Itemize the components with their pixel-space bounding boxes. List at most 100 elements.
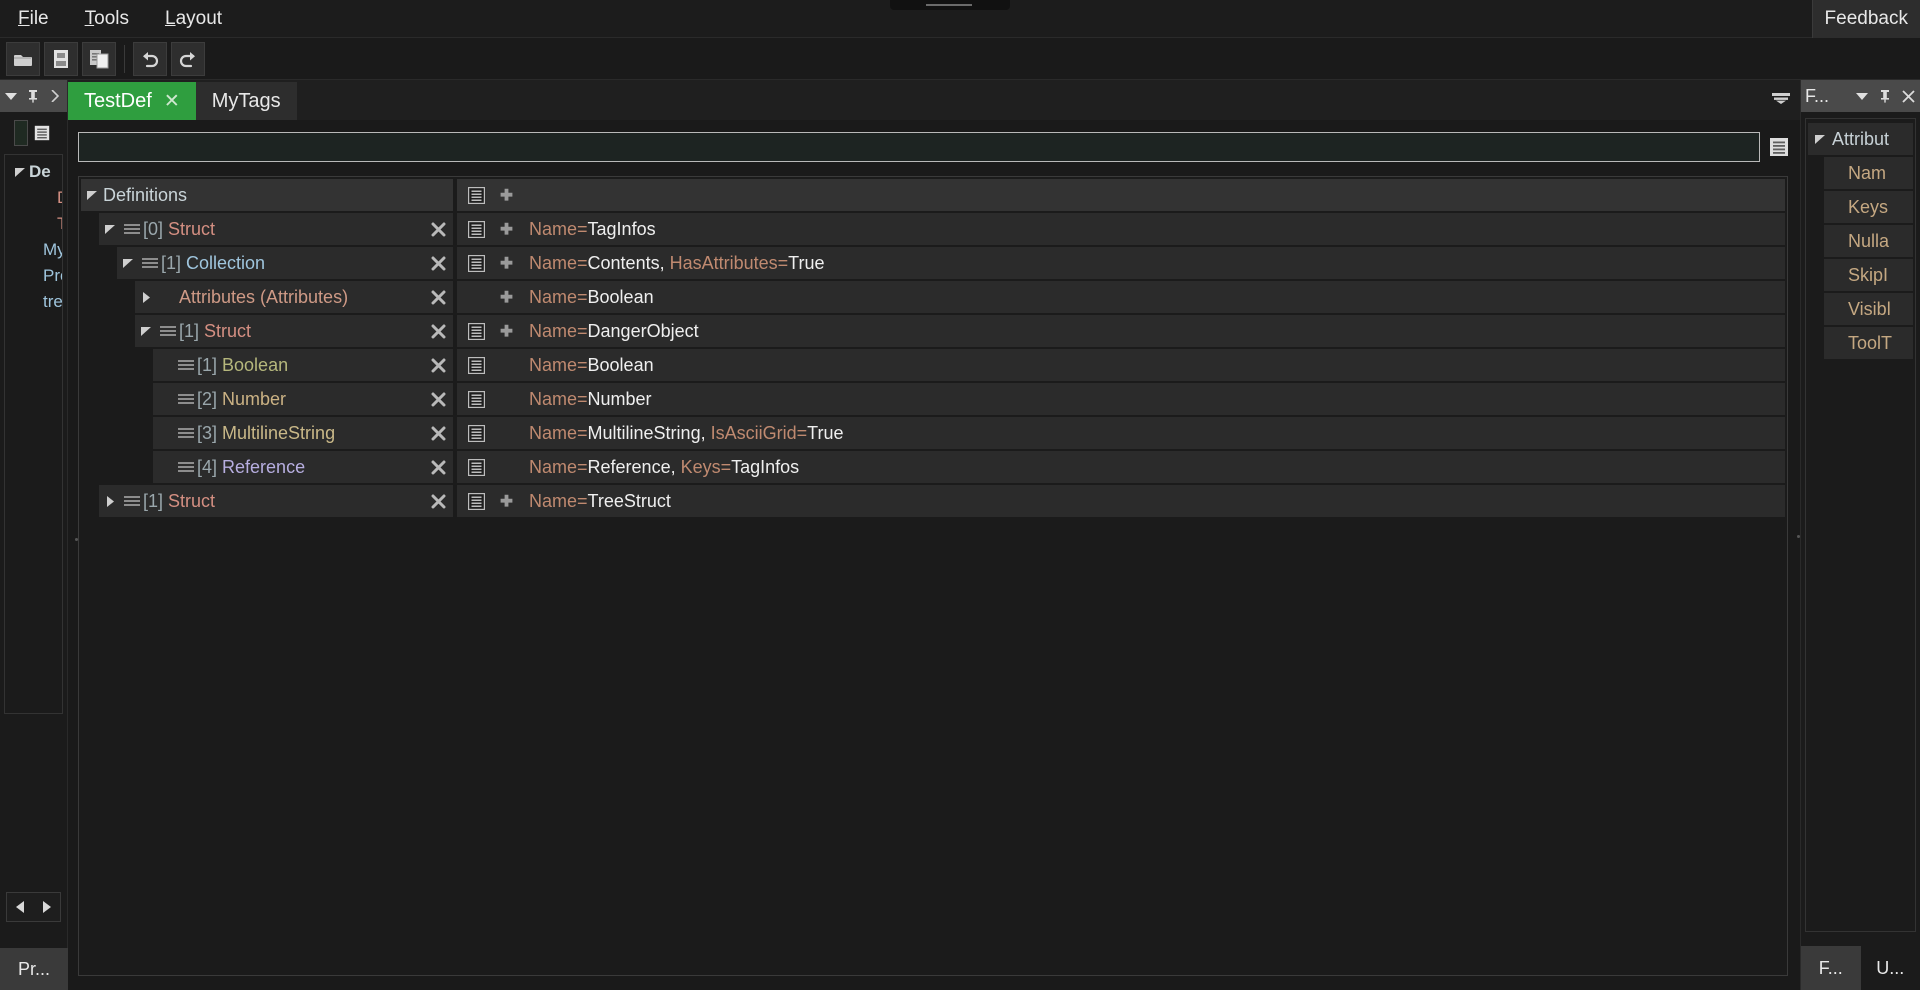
nav-next-icon[interactable] <box>39 899 55 915</box>
attributes-tree[interactable]: Attribut Nam Keys Nulla SkipI Visibl ToolT <box>1805 118 1916 932</box>
grid-row-attributes-cell[interactable]: Name=Boolean <box>457 281 1785 313</box>
list-icon[interactable] <box>465 390 487 408</box>
plus-icon[interactable] <box>495 324 517 339</box>
delete-row-button[interactable] <box>423 494 453 509</box>
pin-icon[interactable] <box>1877 88 1893 104</box>
right-dock-tab[interactable]: F... <box>1801 946 1861 990</box>
open-icon[interactable] <box>6 41 40 76</box>
attributes-tree-row[interactable]: Visibl <box>1824 293 1913 325</box>
attributes-tree-row[interactable]: Attribut <box>1808 123 1913 155</box>
tab-close-icon[interactable]: ✕ <box>164 90 180 113</box>
plus-icon[interactable] <box>495 188 517 203</box>
grid-row-tree-cell[interactable]: [4] Reference <box>153 451 453 483</box>
grid-row[interactable]: [0] Struct Name=TagInfos <box>81 213 1785 245</box>
grid-row-tree-cell[interactable]: [3] MultilineString <box>153 417 453 449</box>
left-dock-tree[interactable]: De DT My Pro tre <box>4 154 63 714</box>
attributes-tree-row[interactable]: Nulla <box>1824 225 1913 257</box>
plus-icon[interactable] <box>495 256 517 271</box>
left-dock-tree-row[interactable]: My <box>5 237 62 263</box>
grid-row[interactable]: [1] Collection Name=Contents, HasAttribut… <box>81 247 1785 279</box>
list-icon[interactable] <box>465 492 487 510</box>
feedback-button[interactable]: Feedback <box>1811 0 1920 38</box>
delete-row-button[interactable] <box>423 392 453 407</box>
grid-row[interactable]: [3] MultilineString Name=MultilineString,… <box>81 417 1785 449</box>
save-as-icon[interactable] <box>82 41 116 76</box>
grid-row[interactable]: [1] Struct Name=TreeStruct <box>81 485 1785 517</box>
list-icon[interactable] <box>465 356 487 374</box>
pin-icon[interactable] <box>25 88 41 104</box>
drag-handle-icon[interactable] <box>121 223 143 235</box>
drag-handle-icon[interactable] <box>175 461 197 473</box>
chevron-down-icon[interactable] <box>1854 88 1870 104</box>
list-icon[interactable] <box>465 220 487 238</box>
expand-triangle-icon[interactable] <box>99 224 121 235</box>
expand-triangle-icon[interactable] <box>135 291 157 304</box>
expand-triangle-icon[interactable] <box>81 190 103 201</box>
undo-icon[interactable] <box>133 41 167 76</box>
search-options-icon[interactable] <box>1768 137 1790 157</box>
expand-triangle-icon[interactable] <box>99 495 121 508</box>
grid-row-attributes-cell[interactable]: Name=DangerObject <box>457 315 1785 347</box>
left-dock-tab[interactable]: Pr... <box>0 948 68 990</box>
attributes-tree-row[interactable]: Keys <box>1824 191 1913 223</box>
grid-row-tree-cell[interactable]: [1] Struct <box>99 485 453 517</box>
grid-row[interactable]: [1] Struct Name=DangerObject <box>81 315 1785 347</box>
grid-row[interactable]: [2] Number Name=Number <box>81 383 1785 415</box>
delete-row-button[interactable] <box>423 426 453 441</box>
grid-row-attributes-cell[interactable]: Name=Boolean <box>457 349 1785 381</box>
left-dock-tree-row[interactable]: T <box>5 211 62 237</box>
grid-row-attributes-cell[interactable]: Name=Reference, Keys=TagInfos <box>457 451 1785 483</box>
grid-header-row[interactable]: Definitions <box>81 179 1785 211</box>
plus-icon[interactable] <box>495 494 517 509</box>
delete-row-button[interactable] <box>423 290 453 305</box>
drag-handle-icon[interactable] <box>139 257 161 269</box>
delete-row-button[interactable] <box>423 222 453 237</box>
window-drag-grip[interactable] <box>890 0 1010 10</box>
search-input[interactable] <box>78 132 1760 162</box>
close-icon[interactable] <box>1900 88 1916 104</box>
grid-row-attributes-cell[interactable]: Name=TagInfos <box>457 213 1785 245</box>
color-swatch[interactable] <box>14 120 28 146</box>
delete-row-button[interactable] <box>423 324 453 339</box>
left-dock-tree-row[interactable]: Pro <box>5 263 62 289</box>
drag-handle-icon[interactable] <box>121 495 143 507</box>
menu-item-layout[interactable]: Layout <box>147 2 240 36</box>
chevron-down-icon[interactable] <box>3 88 19 104</box>
grid-row[interactable]: [1] Boolean Name=Boolean <box>81 349 1785 381</box>
expand-triangle-icon[interactable] <box>117 258 139 269</box>
attributes-tree-row[interactable]: SkipI <box>1824 259 1913 291</box>
delete-row-button[interactable] <box>423 358 453 373</box>
list-icon[interactable] <box>465 186 487 204</box>
grid-row-attributes-cell[interactable]: Name=TreeStruct <box>457 485 1785 517</box>
grid-row-tree-cell[interactable]: [0] Struct <box>99 213 453 245</box>
drag-handle-icon[interactable] <box>175 359 197 371</box>
grid-row-attributes-cell[interactable]: Name=MultilineString, IsAsciiGrid=True <box>457 417 1785 449</box>
splitter-handle-left[interactable] <box>75 538 78 541</box>
grid-row-attributes-cell[interactable]: Name=Contents, HasAttributes=True <box>457 247 1785 279</box>
left-dock-tree-row[interactable]: D <box>5 185 62 211</box>
list-icon[interactable] <box>465 424 487 442</box>
list-icon[interactable] <box>34 125 50 141</box>
list-icon[interactable] <box>465 254 487 272</box>
grid-row-tree-cell[interactable]: [2] Number <box>153 383 453 415</box>
expand-triangle-icon[interactable] <box>11 167 29 178</box>
save-icon[interactable] <box>44 41 78 76</box>
grid-row-tree-cell[interactable]: [1] Collection <box>117 247 453 279</box>
delete-row-button[interactable] <box>423 460 453 475</box>
nav-prev-icon[interactable] <box>12 899 28 915</box>
tab-list-menu-icon[interactable] <box>1772 92 1790 104</box>
grid-row-attributes-cell[interactable]: Name=Number <box>457 383 1785 415</box>
drag-handle-icon[interactable] <box>175 393 197 405</box>
grid-row-tree-cell[interactable]: [1] Struct <box>135 315 453 347</box>
splitter-handle-right[interactable] <box>1797 535 1800 538</box>
plus-icon[interactable] <box>495 290 517 305</box>
right-dock-tab[interactable]: U... <box>1860 946 1920 990</box>
chevron-right-icon[interactable] <box>47 88 63 104</box>
list-icon[interactable] <box>465 322 487 340</box>
document-tab-mytags[interactable]: MyTags <box>195 82 297 120</box>
plus-icon[interactable] <box>495 222 517 237</box>
attributes-tree-row[interactable]: ToolT <box>1824 327 1913 359</box>
grid-row-tree-cell[interactable]: [1] Boolean <box>153 349 453 381</box>
grid-row[interactable]: [4] Reference Name=Reference, Keys=TagInf… <box>81 451 1785 483</box>
menu-item-file[interactable]: File <box>0 2 67 36</box>
